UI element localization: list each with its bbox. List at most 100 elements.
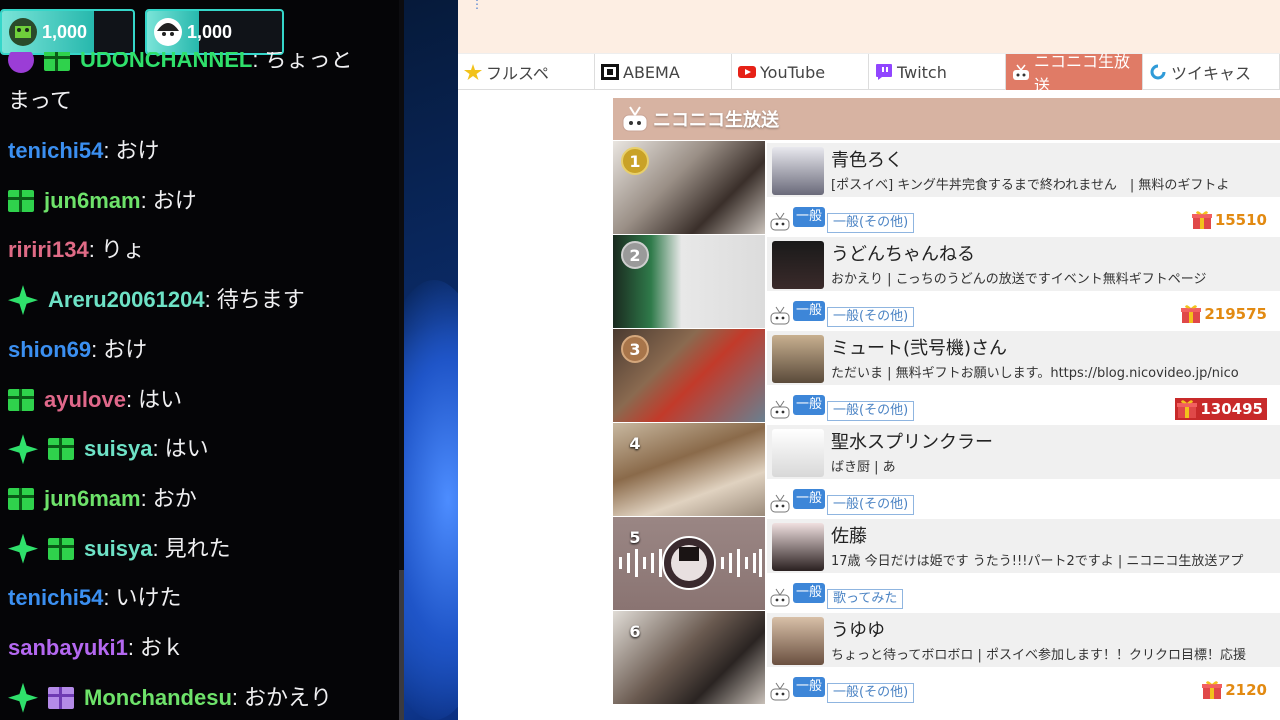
- streamer-name[interactable]: ミュート(弐号機)さん: [831, 334, 1007, 360]
- panel-header: ニコニコ生放送: [613, 98, 1280, 140]
- niconico-small-icon: [769, 399, 791, 419]
- stream-row[interactable]: 5 佐藤 17歳 今日だけは姫です うたう!!!パート2ですよ | ニコニコ生放送ア…: [613, 517, 1280, 611]
- twitch-icon: [875, 64, 893, 80]
- streamer-avatar[interactable]: [772, 335, 824, 383]
- niconico-small-icon: [769, 305, 791, 325]
- stream-description[interactable]: おかえり | こっちのうどんの放送ですイベント無料ギフトページ: [831, 268, 1206, 287]
- chat-username[interactable]: suisya: [84, 534, 153, 564]
- tab-label: Twitch: [897, 62, 947, 82]
- channel-points-counter[interactable]: 1,000: [0, 9, 135, 55]
- general-badge: 一般: [793, 583, 826, 603]
- chat-username[interactable]: tenichi54: [8, 136, 103, 166]
- chat-colon: :: [88, 237, 95, 263]
- chat-username[interactable]: sanbayuki1: [8, 633, 128, 663]
- category-tag[interactable]: 一般(その他): [827, 401, 915, 421]
- stream-thumbnail[interactable]: 5: [613, 517, 765, 610]
- stream-info: ミュート(弐号機)さんただいま | 無料ギフトお願いします。https://bl…: [767, 331, 1280, 421]
- gift-icon: [1191, 210, 1213, 230]
- stream-info-top: 佐藤 17歳 今日だけは姫です うたう!!!パート2ですよ | ニコニコ生放送アプ: [767, 519, 1280, 573]
- stream-thumbnail[interactable]: 4: [613, 423, 765, 516]
- more-icon[interactable]: ⋮: [471, 0, 483, 10]
- gift-count: 219575: [1204, 305, 1267, 323]
- chat-username[interactable]: shion69: [8, 335, 91, 365]
- chat-message-continuation: まって: [8, 86, 384, 116]
- stream-description[interactable]: 17歳 今日だけは姫です うたう!!!パート2ですよ | ニコニコ生放送アプ: [831, 550, 1243, 569]
- stream-meta: 一般 一般(その他) 15510: [767, 201, 1280, 233]
- stream-thumbnail[interactable]: 1: [613, 141, 765, 234]
- rank-badge: 3: [621, 335, 649, 363]
- stream-row[interactable]: 6 うゆゆ ちょっと待ってボロボロ | ポスイベ参加します！！クリクロ目標！応援 一般…: [613, 611, 1280, 705]
- tab-star[interactable]: フルスペ: [458, 54, 595, 90]
- chat-text: はい: [138, 386, 183, 412]
- chat-username[interactable]: Monchandesu: [84, 683, 232, 713]
- stream-row[interactable]: 2 うどんちゃんねる おかえり | こっちのうどんの放送ですイベント無料ギフトページ…: [613, 235, 1280, 329]
- stream-meta: 一般 一般(その他) 219575: [767, 295, 1280, 327]
- stream-description[interactable]: ばき厨 | あ: [831, 456, 896, 475]
- niconico-icon: [1012, 64, 1030, 80]
- streamer-avatar[interactable]: [772, 523, 824, 571]
- page-header-bar: ⋮: [458, 0, 1280, 54]
- chat-text: りょ: [100, 237, 145, 263]
- chat-message: ayulove: はい: [8, 385, 384, 415]
- chat-username[interactable]: tenichi54: [8, 583, 103, 613]
- streamer-avatar[interactable]: [772, 429, 824, 477]
- chat-username[interactable]: UDONCHANNEL: [80, 52, 252, 75]
- streamer-avatar[interactable]: [772, 147, 824, 195]
- chat-message-cut: UDONCHANNEL : ちょっと: [8, 52, 384, 82]
- stream-thumbnail[interactable]: 3: [613, 329, 765, 422]
- chat-username[interactable]: ririri134: [8, 235, 89, 265]
- chat-text: おけ: [115, 138, 160, 163]
- rank-badge: 1: [621, 147, 649, 175]
- general-badge: 一般: [793, 395, 826, 415]
- stream-info: うどんちゃんねるおかえり | こっちのうどんの放送ですイベント無料ギフトページ一…: [767, 237, 1280, 327]
- category-tag[interactable]: 一般(その他): [827, 213, 915, 233]
- category-tag[interactable]: 一般(その他): [827, 683, 915, 703]
- chat-username[interactable]: suisya: [84, 434, 153, 464]
- sparkle-badge-icon: [8, 434, 38, 465]
- category-tag[interactable]: 一般(その他): [827, 307, 915, 327]
- category-tag[interactable]: 歌ってみた: [827, 589, 904, 609]
- stream-info-top: ミュート(弐号機)さんただいま | 無料ギフトお願いします。https://bl…: [767, 331, 1280, 385]
- stream-description[interactable]: ただいま | 無料ギフトお願いします。https://blog.nicovide…: [831, 362, 1239, 381]
- streamer-name[interactable]: うゆゆ: [831, 616, 885, 642]
- stream-info-top: 聖水スプリンクラーばき厨 | あ: [767, 425, 1280, 479]
- chat-username[interactable]: jun6mam: [44, 186, 141, 216]
- general-badge: 一般: [793, 489, 826, 509]
- stream-row[interactable]: 3 ミュート(弐号機)さんただいま | 無料ギフトお願いします。https://b…: [613, 329, 1280, 423]
- tab-twitcasting[interactable]: ツイキャス: [1143, 54, 1280, 90]
- chat-text: おけ: [103, 336, 148, 362]
- rank-badge: 4: [629, 433, 641, 453]
- chat-username[interactable]: jun6mam: [44, 484, 141, 514]
- stream-description[interactable]: [ポスイベ] キング牛丼完食するまで終われません | 無料のギフトよ: [831, 174, 1229, 193]
- stream-thumbnail[interactable]: 2: [613, 235, 765, 328]
- subscriber-badge-icon: [8, 52, 34, 73]
- niconico-small-icon: [769, 493, 791, 513]
- streamer-name[interactable]: 聖水スプリンクラー: [831, 428, 993, 454]
- chat-text: いけた: [115, 585, 182, 611]
- stream-info-top: うゆゆちょっと待ってボロボロ | ポスイベ参加します！！クリクロ目標！応援: [767, 613, 1280, 667]
- stream-row[interactable]: 1 青色ろく [ポスイベ] キング牛丼完食するまで終われません | 無料のギフトよ一…: [613, 141, 1280, 235]
- tab-youtube[interactable]: YouTube: [732, 54, 869, 90]
- tab-label: ニコニコ生放送: [1034, 52, 1131, 95]
- tab-abema[interactable]: ABEMA: [595, 54, 732, 90]
- channel-points-counter-2[interactable]: 1,000: [145, 9, 284, 55]
- stream-description[interactable]: ちょっと待ってボロボロ | ポスイベ参加します！！クリクロ目標！応援: [831, 644, 1246, 663]
- chat-username[interactable]: ayulove: [44, 385, 126, 415]
- chat-colon: :: [91, 336, 98, 362]
- stream-meta: 一般 一般(その他) 130495: [767, 389, 1280, 421]
- streamer-name[interactable]: 佐藤: [831, 522, 867, 548]
- streamer-name[interactable]: うどんちゃんねる: [831, 240, 975, 266]
- tab-twitch[interactable]: Twitch: [869, 54, 1006, 90]
- streamer-avatar[interactable]: [772, 617, 824, 665]
- gift-points: 219575: [1180, 304, 1267, 324]
- stream-row[interactable]: 4 聖水スプリンクラーばき厨 | あ一般 一般(その他): [613, 423, 1280, 517]
- chat-message: tenichi54: おけ: [8, 136, 384, 166]
- stream-thumbnail[interactable]: 6: [613, 611, 765, 704]
- tab-niconico[interactable]: ニコニコ生放送: [1006, 52, 1143, 95]
- sparkle-badge-icon: [8, 533, 38, 564]
- chat-username[interactable]: Areru20061204: [48, 285, 205, 315]
- category-tag[interactable]: 一般(その他): [827, 495, 915, 515]
- streamer-avatar[interactable]: [772, 241, 824, 289]
- streamer-name[interactable]: 青色ろく: [831, 146, 903, 172]
- screen: 1,000 1,000 UDONCHANNEL : ちょっと まって tenic…: [0, 0, 1280, 720]
